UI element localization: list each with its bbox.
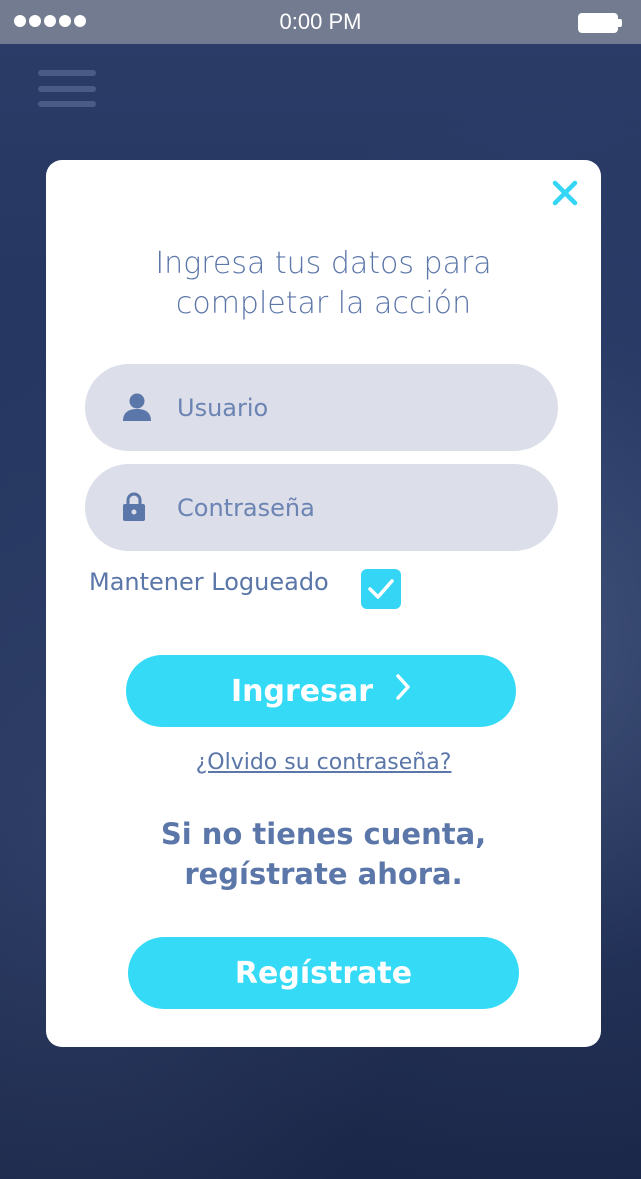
- checkmark-icon: [368, 579, 394, 599]
- signup-prompt: Si no tienes cuenta, regístrate ahora.: [46, 814, 601, 894]
- close-icon[interactable]: [552, 180, 578, 206]
- password-field[interactable]: [85, 464, 558, 551]
- heading-line-2: completar la acción: [175, 286, 472, 321]
- hamburger-menu-icon[interactable]: [38, 70, 96, 108]
- user-icon: [122, 392, 152, 422]
- login-modal: Ingresa tus datos para completar la acci…: [46, 160, 601, 1047]
- status-time: 0:00 PM: [279, 9, 362, 34]
- login-button-label: Ingresar: [230, 673, 374, 709]
- chevron-right-icon: [395, 673, 411, 709]
- status-bar: 0:00 PM: [0, 0, 641, 44]
- remember-checkbox[interactable]: [361, 569, 401, 609]
- register-button[interactable]: Regístrate: [128, 937, 519, 1009]
- heading-line-1: Ingresa tus datos para: [155, 246, 492, 281]
- signup-line-1: Si no tienes cuenta,: [160, 817, 487, 851]
- forgot-password-link[interactable]: ¿Olvido su contraseña?: [46, 750, 601, 775]
- modal-heading: Ingresa tus datos para completar la acci…: [86, 244, 561, 324]
- username-field[interactable]: [85, 364, 558, 451]
- lock-icon: [122, 492, 146, 522]
- battery-icon: [578, 13, 622, 33]
- login-button[interactable]: Ingresar: [126, 655, 516, 727]
- remember-label: Mantener Logueado: [89, 568, 329, 596]
- signup-line-2: regístrate ahora.: [184, 857, 463, 891]
- password-input[interactable]: [177, 464, 537, 551]
- username-input[interactable]: [177, 364, 537, 451]
